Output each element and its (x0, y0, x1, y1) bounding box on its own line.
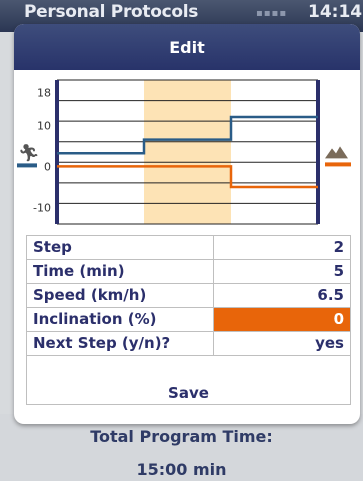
inclination-value[interactable]: 0 (214, 308, 350, 331)
mountain-icon (325, 146, 348, 159)
table-row-inclination[interactable]: Inclination (%) 0 (27, 308, 350, 332)
next-step-label: Next Step (y/n)? (27, 332, 214, 355)
signal-indicator: ▪▪▪▪ (256, 8, 288, 19)
inclination-label: Inclination (%) (27, 308, 214, 331)
total-time-value: 15:00 min (136, 460, 227, 479)
y-tick-label: 18 (37, 86, 51, 99)
inclination-baseline-marker (325, 162, 351, 167)
table-row-step[interactable]: Step 2 (27, 236, 350, 260)
time-value[interactable]: 5 (214, 260, 350, 283)
step-label: Step (27, 236, 214, 259)
y-tick-label: -10 (33, 202, 51, 215)
dialog-title: Edit (169, 37, 205, 57)
protocol-chart: 18 10 0 -10 🏃︎ (14, 70, 360, 233)
dialog-header: Edit (14, 24, 360, 70)
step-value[interactable]: 2 (214, 236, 350, 259)
step-table: Step 2 Time (min) 5 Speed (km/h) 6.5 Inc… (26, 235, 351, 405)
app-title: Personal Protocols (24, 2, 199, 22)
y-tick-label: 10 (37, 119, 51, 132)
speed-value[interactable]: 6.5 (214, 284, 350, 307)
program-summary: Total Program Time: 15:00 min (0, 414, 363, 481)
clock: 14:14 (308, 2, 363, 22)
table-row-next-step[interactable]: Next Step (y/n)? yes (27, 332, 350, 356)
total-time-label: Total Program Time: (90, 427, 273, 446)
runner-icon: 🏃︎ (18, 143, 40, 163)
edit-dialog: Edit 18 10 0 -10 🏃︎ Step 2 Time (min) 5 Spee… (14, 24, 360, 424)
y-tick-label: 0 (44, 160, 51, 173)
time-label: Time (min) (27, 260, 214, 283)
table-row-time[interactable]: Time (min) 5 (27, 260, 350, 284)
speed-label: Speed (km/h) (27, 284, 214, 307)
next-step-value[interactable]: yes (214, 332, 350, 355)
speed-baseline-marker (17, 163, 37, 168)
table-row-speed[interactable]: Speed (km/h) 6.5 (27, 284, 350, 308)
selected-step-highlight (144, 80, 231, 224)
save-button[interactable]: Save (27, 382, 350, 404)
chart-svg: 18 10 0 -10 🏃︎ (17, 79, 351, 225)
